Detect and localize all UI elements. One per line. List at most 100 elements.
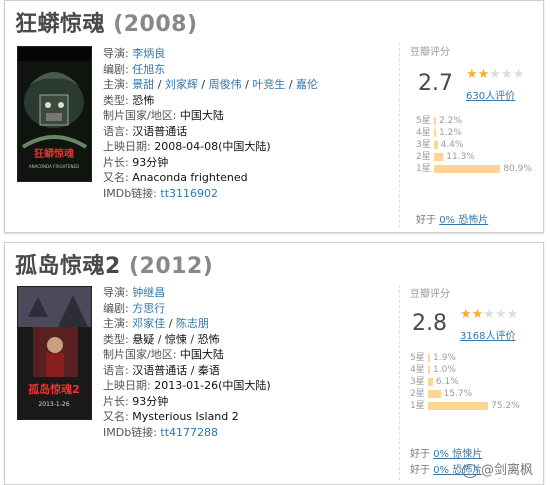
- rating-row-label: 5星: [410, 353, 425, 363]
- movie-title: 孤岛惊魂2 (2012): [15, 254, 214, 279]
- movie-title: 狂蟒惊魂 (2008): [15, 12, 198, 37]
- star-half-icon: ★: [477, 67, 490, 82]
- rating-row-percent: 4.4%: [440, 140, 464, 150]
- cast-link[interactable]: 叶竞生: [252, 78, 285, 91]
- rating-row-label: 2星: [416, 152, 431, 162]
- runtime: 93分钟: [132, 155, 169, 169]
- cast-link[interactable]: 邓家佳: [132, 317, 165, 330]
- aka: Mysterious Island 2: [132, 410, 239, 423]
- cast-link[interactable]: 陈志朋: [176, 317, 209, 330]
- movie-info: 导演: 李炳良 编剧: 任旭东 主演: 景甜 / 刘家辉 / 周俊伟 / 叶竞生…: [103, 47, 319, 200]
- rating-row: 5星 2.2%: [416, 115, 532, 127]
- rating-row: 3星 6.1%: [410, 376, 520, 388]
- movie-card-2: 孤岛惊魂2 (2012) 孤岛惊魂2 2013-1-26 导演: 钟继昌 编剧:…: [4, 242, 544, 485]
- rating-bar: [434, 140, 438, 149]
- movie-card-1: 狂蟒惊魂 (2008) 狂蟒惊魂 ANACONDA FRIGHTENED 导演:…: [4, 0, 544, 233]
- cast-link[interactable]: 周俊伟: [209, 78, 242, 91]
- rating-bar: [428, 377, 433, 386]
- cast-link[interactable]: 刘家辉: [165, 78, 198, 91]
- rating-bar: [434, 116, 436, 125]
- star-rating: ★★★★★: [460, 307, 518, 322]
- rating-row-label: 1星: [410, 401, 425, 411]
- svg-text:狂蟒惊魂: 狂蟒惊魂: [34, 147, 74, 160]
- cast-link[interactable]: 景甜: [132, 78, 154, 91]
- country: 中国大陆: [179, 348, 224, 361]
- rating-row: 2星 11.3%: [416, 151, 532, 163]
- rating-heading: 豆瓣评分: [410, 47, 450, 58]
- genre: 恐怖: [132, 93, 155, 107]
- star-icon: ★: [466, 67, 478, 82]
- country: 中国大陆: [179, 109, 224, 122]
- rating-bar: [434, 128, 436, 137]
- rating-row: 4星 1.2%: [416, 127, 532, 139]
- director-link[interactable]: 钟继昌: [132, 286, 165, 299]
- rating-row-label: 1星: [416, 164, 431, 174]
- rating-row-percent: 15.7%: [443, 389, 473, 399]
- rating-bar: [434, 152, 444, 161]
- better-than-link[interactable]: 0% 恐怖片: [439, 215, 488, 226]
- rating-distribution: 5星 1.9% 4星 1.0% 3星 6.1% 2星 15.7% 1星 75.2%: [410, 352, 520, 412]
- star-icon: ★★★: [483, 307, 519, 322]
- movie-poster[interactable]: 孤岛惊魂2 2013-1-26: [17, 286, 92, 420]
- rating-score: 2.7: [418, 71, 453, 96]
- rating-row-label: 3星: [416, 140, 431, 150]
- rating-row-label: 4星: [410, 365, 425, 375]
- rating-row: 4星 1.0%: [410, 364, 520, 376]
- star-icon: ★: [460, 307, 472, 322]
- imdb-link[interactable]: tt4177288: [160, 426, 218, 439]
- movie-poster[interactable]: 狂蟒惊魂 ANACONDA FRIGHTENED: [17, 46, 92, 182]
- writer-link[interactable]: 方思行: [132, 302, 165, 315]
- release-date: 2008-04-08(中国大陆): [154, 140, 271, 153]
- genre: 悬疑: [132, 332, 155, 346]
- genre: 惊悚: [164, 332, 187, 346]
- aka: Anaconda frightened: [132, 171, 248, 184]
- rating-votes-link[interactable]: 3168人评价: [460, 327, 515, 342]
- rating-row-label: 3星: [410, 377, 425, 387]
- rating-row-label: 2星: [410, 389, 425, 399]
- rating-bar: [428, 389, 441, 398]
- svg-text:ANACONDA FRIGHTENED: ANACONDA FRIGHTENED: [29, 164, 79, 169]
- weibo-watermark: @剑离枫: [461, 459, 533, 478]
- rating-row: 2星 15.7%: [410, 388, 520, 400]
- language: 汉语普通话 / 秦语: [132, 363, 220, 377]
- cast-link[interactable]: 嘉伦: [296, 78, 318, 91]
- rating-row: 5星 1.9%: [410, 352, 520, 364]
- rating-section: 豆瓣评分 2.7 ★★★★★ 630人评价 5星 2.2% 4星 1.2% 3星 4.4%…: [399, 43, 541, 228]
- rating-row-percent: 80.9%: [503, 164, 532, 174]
- star-rating: ★★★★★: [466, 67, 524, 82]
- language: 汉语普通话: [132, 124, 188, 138]
- svg-text:2013-1-26: 2013-1-26: [38, 401, 69, 408]
- rating-row-percent: 1.9%: [433, 353, 456, 363]
- rating-distribution: 5星 2.2% 4星 1.2% 3星 4.4% 2星 11.3% 1星 80.9%: [416, 115, 532, 175]
- rating-row-label: 4星: [416, 128, 431, 138]
- writer-link[interactable]: 任旭东: [132, 63, 165, 76]
- rating-row-label: 5星: [416, 116, 431, 126]
- rating-row-percent: 1.2%: [439, 128, 462, 138]
- star-icon: ★★★: [489, 67, 525, 82]
- runtime: 93分钟: [132, 394, 169, 408]
- rating-bar: [434, 164, 501, 173]
- rating-bar: [428, 401, 489, 410]
- svg-text:孤岛惊魂2: 孤岛惊魂2: [28, 382, 80, 396]
- rating-votes-link[interactable]: 630人评价: [466, 87, 515, 102]
- rating-score: 2.8: [412, 311, 447, 336]
- better-than: 好于 0% 惊悚片: [410, 449, 483, 460]
- director-link[interactable]: 李炳良: [132, 47, 165, 60]
- rating-row-percent: 6.1%: [435, 377, 459, 387]
- rating-row: 1星 80.9%: [416, 163, 532, 175]
- weibo-icon: [461, 463, 478, 478]
- genre: 恐怖: [197, 332, 220, 346]
- imdb-link[interactable]: tt3116902: [160, 187, 218, 200]
- rating-row-percent: 75.2%: [491, 401, 520, 411]
- rating-bar: [428, 353, 430, 362]
- rating-row: 3星 4.4%: [416, 139, 532, 151]
- better-than: 好于 0% 恐怖片: [416, 215, 489, 226]
- rating-row: 1星 75.2%: [410, 400, 520, 412]
- release-date: 2013-01-26(中国大陆): [154, 379, 271, 392]
- rating-bar: [428, 365, 430, 374]
- rating-heading: 豆瓣评分: [410, 289, 450, 300]
- rating-section: 豆瓣评分 2.8 ★★★★★ 3168人评价 5星 1.9% 4星 1.0% 3星 6.1…: [399, 285, 541, 480]
- rating-row-percent: 2.2%: [439, 116, 462, 126]
- movie-info: 导演: 钟继昌 编剧: 方思行 主演: 邓家佳 / 陈志朋 类型: 悬疑 / 惊…: [103, 286, 271, 439]
- rating-row-percent: 11.3%: [446, 152, 475, 162]
